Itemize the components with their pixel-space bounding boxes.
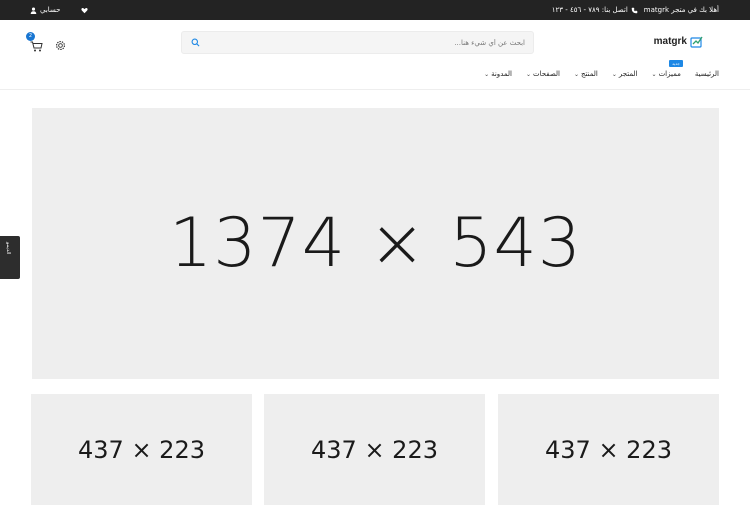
phone-label: اتصل بنا: ٧٨٩ - ٤٥٦ - ١٢٣ [551,6,628,14]
main-nav: الرئيسية مميزات ⌄ جديد المتجر ⌄ المنتج ⌄… [484,60,719,78]
demo-side-tab[interactable]: الديمو [0,236,20,279]
new-badge: جديد [669,60,683,67]
top-bar-actions: حسابي [30,0,88,20]
nav-shop[interactable]: المتجر ⌄ [612,70,638,78]
gear-icon [55,40,66,51]
chevron-down-icon: ⌄ [611,70,617,78]
cart-count-badge: 2 [26,32,35,41]
chevron-down-icon: ⌄ [573,70,579,78]
promo-banner-1[interactable]: 437 × 223 [31,394,252,505]
phone-icon [631,7,638,13]
nav-pages[interactable]: الصفحات ⌄ [526,70,560,78]
cart-button[interactable]: 2 [26,32,43,56]
demo-side-tab-label: الديمو [5,242,11,255]
nav-blog[interactable]: المدونة ⌄ [484,70,512,78]
phone-contact[interactable]: اتصل بنا: ٧٨٩ - ٤٥٦ - ١٢٣ [552,6,638,14]
nav-blog-label: المدونة [491,70,512,78]
hero-banner-placeholder[interactable]: 1374 × 543 [32,108,719,379]
logo[interactable]: matgrk [654,35,704,48]
logo-icon [690,36,703,48]
heart-icon[interactable] [80,7,88,14]
cart-icon [30,41,43,52]
promo-banner-placeholder-text: 437 × 223 [311,435,438,464]
nav-home-label: الرئيسية [694,70,719,78]
promo-banner-placeholder-text: 437 × 223 [545,435,672,464]
nav-features[interactable]: مميزات ⌄ جديد [651,60,683,78]
nav-features-label: مميزات [658,70,681,78]
main-header: matgrk 2 الرئيسية مميزات ⌄ جديد المتجر ⌄… [0,20,750,90]
search-box [181,31,534,54]
search-icon[interactable] [191,38,200,47]
promo-banner-2[interactable]: 437 × 223 [264,394,485,505]
chevron-down-icon: ⌄ [484,70,490,78]
nav-shop-label: المتجر [618,70,638,78]
promo-banner-placeholder-text: 437 × 223 [78,435,205,464]
settings-button[interactable] [55,36,66,55]
my-account-link[interactable]: حسابي [30,6,61,14]
logo-text: matgrk [653,36,687,47]
chevron-down-icon: ⌄ [651,70,657,78]
chevron-down-icon: ⌄ [526,70,532,78]
hero-placeholder-text: 1374 × 543 [168,204,583,283]
top-bar: أهلا بك في متجر matgrk اتصل بنا: ٧٨٩ - ٤… [0,0,750,20]
welcome-text: أهلا بك في متجر matgrk [643,6,719,14]
nav-product-label: المنتج [581,70,598,78]
promo-banner-3[interactable]: 437 × 223 [498,394,719,505]
top-bar-info: أهلا بك في متجر matgrk اتصل بنا: ٧٨٩ - ٤… [552,0,719,20]
account-label: حسابي [40,6,61,14]
search-input[interactable] [215,32,525,53]
user-icon [30,7,37,14]
nav-pages-label: الصفحات [533,70,560,78]
nav-home[interactable]: الرئيسية [695,70,719,78]
nav-product[interactable]: المنتج ⌄ [574,70,598,78]
